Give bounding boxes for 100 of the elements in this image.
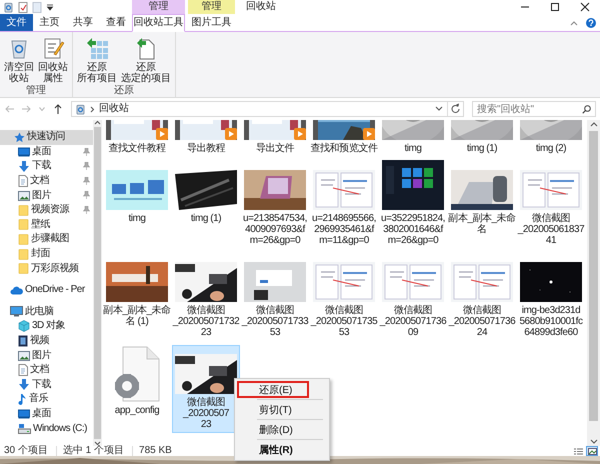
file-item[interactable]: timg (1)	[172, 161, 240, 227]
collapse-icon[interactable]	[570, 20, 578, 26]
file-item[interactable]: 微信截图 _202005071736 24	[448, 253, 516, 341]
restore-all-icon	[85, 36, 109, 60]
sidebar-item[interactable]: 图片	[0, 188, 93, 203]
sidebar-item[interactable]: 桌面	[0, 406, 93, 422]
file-item[interactable]: 副本_副本_未命 名	[448, 161, 516, 238]
ribbon-button[interactable]: 清空回 收站	[3, 34, 35, 86]
window-title: 回收站	[245, 0, 277, 14]
caret-icon[interactable]	[435, 106, 443, 112]
help-icon[interactable]	[586, 18, 596, 28]
ribbon-button[interactable]: 还原 所有项目	[76, 34, 118, 86]
sidebar-item[interactable]: 文档	[0, 362, 93, 378]
context-tab-header: 管理	[188, 0, 235, 14]
file-item[interactable]: u=2138547534, 4009097693&f m=26&gp=0	[241, 161, 309, 249]
sidebar-item[interactable]: 视频	[0, 334, 93, 348]
properties-icon	[42, 36, 64, 60]
scrollbar[interactable]	[93, 120, 102, 446]
film-icon	[18, 335, 28, 348]
sidebar-item[interactable]: 音乐	[0, 392, 93, 407]
search-field[interactable]: 搜索"回收站"	[472, 101, 596, 117]
file-name: 导出教程	[186, 143, 226, 154]
pictures-icon	[18, 350, 30, 361]
up-button[interactable]	[52, 102, 64, 116]
view-button[interactable]	[572, 446, 584, 456]
sidebar-item[interactable]: 万彩原视频	[0, 261, 93, 276]
file-name: u=2148695566, 2969935461&f m=11&gp=0	[312, 213, 376, 246]
folder-icon	[18, 204, 29, 216]
caret-icon[interactable]	[46, 3, 54, 11]
file-name: img-be3d231d 5680b910001fc 64899d3fe60	[519, 305, 583, 338]
file-item[interactable]: 查找和预览文件	[310, 120, 378, 157]
file-item[interactable]: u=2148695566, 2969935461&f m=11&gp=0	[310, 161, 378, 249]
menu-item[interactable]: 剪切(T)	[237, 401, 327, 418]
file-item[interactable]: 导出教程	[172, 120, 240, 157]
file-name: 微信截图 _202005071736 24	[448, 305, 516, 338]
file-item[interactable]: timg	[103, 161, 171, 227]
sidebar-item[interactable]: Windows (C:)	[0, 421, 93, 436]
ribbon-tab[interactable]: 回收站工具	[132, 14, 185, 32]
back-arrow-icon	[5, 105, 15, 113]
drive-icon	[18, 423, 31, 434]
sidebar-item[interactable]: 壁纸	[0, 218, 93, 232]
scroll-up-icon[interactable]	[94, 120, 101, 125]
sidebar-item[interactable]: 快速访问	[0, 130, 93, 145]
file-name: timg	[128, 213, 146, 224]
group-label: 管理	[25, 86, 47, 98]
pictures-icon	[18, 190, 30, 201]
sidebar-item[interactable]: 视频资源	[0, 202, 93, 218]
file-item[interactable]: 导出文件	[241, 120, 309, 157]
sidebar-item[interactable]: 图片	[0, 348, 93, 363]
file-item[interactable]: app_config	[103, 345, 171, 419]
ribbon-button[interactable]: 回收站 属性	[37, 34, 69, 86]
file-item[interactable]: 微信截图 _202005061837 41	[517, 161, 585, 249]
file-item[interactable]: 微信截图 _202005071732 23	[172, 253, 240, 341]
details-view-icon	[574, 448, 582, 454]
scrollbar[interactable]	[587, 120, 600, 446]
file-item[interactable]: 微信截图 _202005071735 53	[310, 253, 378, 341]
file-name: 微信截图 _20200507 23	[182, 397, 229, 430]
scroll-down-icon[interactable]	[590, 439, 598, 444]
file-name: 微信截图 _202005071735 53	[310, 305, 378, 338]
recycle-bin-icon	[75, 104, 86, 114]
file-item[interactable]: 微信截图 _202005071733 53	[241, 253, 309, 341]
ribbon-tab[interactable]: 主页	[33, 14, 66, 31]
view-button[interactable]	[586, 446, 598, 456]
ribbon-tab[interactable]: 查看	[100, 14, 132, 31]
address-bar[interactable]: 回收站	[71, 101, 464, 117]
sidebar-item[interactable]: 此电脑	[0, 304, 93, 320]
sidebar-item[interactable]: OneDrive - Per	[0, 282, 93, 298]
document-icon	[18, 364, 28, 376]
file-name: 微信截图 _202005061837 41	[518, 213, 584, 246]
file-item[interactable]: 副本_副本_未命 名 (1)	[103, 253, 171, 330]
folder-icon	[18, 248, 29, 260]
file-item[interactable]: 微信截图 _20200507 23	[172, 345, 240, 433]
file-item[interactable]: img-be3d231d 5680b910001fc 64899d3fe60	[517, 253, 585, 341]
file-name: timg	[404, 143, 422, 154]
ribbon-tab[interactable]: 文件	[0, 14, 33, 31]
sidebar-item[interactable]: 3D 对象	[0, 319, 93, 334]
forward-arrow-icon	[21, 105, 31, 113]
menu-item[interactable]: 属性(R)	[237, 441, 327, 458]
file-item[interactable]: timg	[379, 120, 447, 157]
large-icons-view-icon	[588, 448, 596, 454]
scroll-down-icon[interactable]	[94, 441, 101, 446]
ribbon-button[interactable]: 还原 选定的项目	[120, 34, 172, 86]
file-name: 副本_副本_未命 名 (1)	[103, 305, 171, 327]
sidebar-item[interactable]: 下载	[0, 378, 93, 392]
sidebar-item[interactable]: 封面	[0, 246, 93, 262]
scroll-up-icon[interactable]	[590, 122, 598, 127]
sidebar-item[interactable]: 步骤截图	[0, 232, 93, 247]
file-item[interactable]: timg (1)	[448, 120, 516, 157]
file-item[interactable]: 微信截图 _202005071736 09	[379, 253, 447, 341]
ribbon-tab[interactable]: 图片工具	[188, 14, 235, 31]
file-item[interactable]: timg (2)	[517, 120, 585, 157]
music-note-icon	[18, 393, 27, 406]
menu-item[interactable]: 删除(D)	[237, 421, 327, 438]
ribbon-tab[interactable]: 共享	[66, 14, 100, 31]
menu-item[interactable]: 还原(E)	[237, 381, 309, 398]
sidebar-item[interactable]: 下载	[0, 159, 93, 174]
sidebar-item[interactable]: 文档	[0, 174, 93, 188]
file-item[interactable]: 查找文件教程	[103, 120, 171, 157]
sidebar-item[interactable]: 桌面	[0, 144, 93, 160]
file-item[interactable]: u=3522951824, 3802001646&f m=26&gp=0	[379, 161, 447, 249]
